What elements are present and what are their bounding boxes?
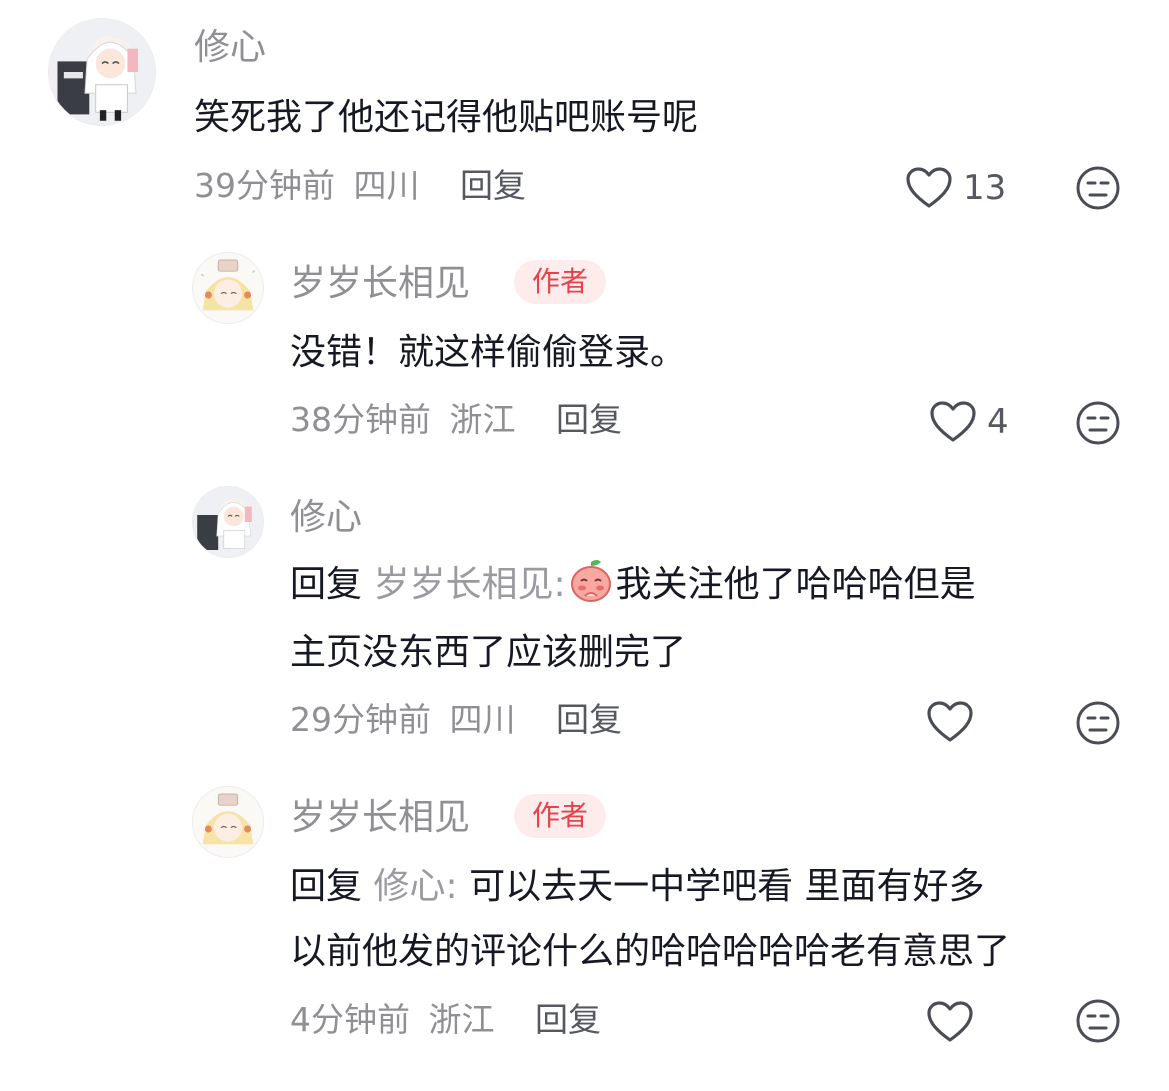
avatar[interactable] bbox=[48, 18, 156, 126]
comment-text-line2: 主页没东西了应该删完了 bbox=[290, 632, 687, 673]
comment-time: 4分钟前 bbox=[290, 1000, 410, 1039]
comment-username[interactable]: 岁岁长相见 bbox=[290, 264, 470, 304]
reply-item: 岁岁长相见 作者 回复 修心: 可以去天一中学吧看 里面有好多 以前他发的评论什… bbox=[0, 774, 1169, 1084]
comment-time: 29分钟前 bbox=[290, 700, 431, 739]
like-count: 4 bbox=[987, 402, 1009, 442]
comment-text-line1: 我关注他了哈哈哈但是 bbox=[615, 564, 976, 605]
neutral-face-icon bbox=[1076, 701, 1120, 745]
dislike-button[interactable] bbox=[1075, 400, 1121, 446]
dislike-button[interactable] bbox=[1075, 998, 1121, 1044]
comment-text-line1: 可以去天一中学吧看 里面有好多 bbox=[469, 866, 985, 907]
reply-button[interactable]: 回复 bbox=[535, 1000, 601, 1039]
comment-meta: 29分钟前 四川 回复 bbox=[290, 700, 622, 740]
like-button[interactable] bbox=[926, 700, 974, 744]
avatar[interactable] bbox=[192, 252, 264, 324]
neutral-face-icon bbox=[1076, 999, 1120, 1043]
like-count: 13 bbox=[963, 168, 1007, 208]
avatar-image-anime-girl bbox=[193, 487, 263, 557]
comment-location: 四川 bbox=[449, 700, 516, 739]
heart-outline-icon bbox=[930, 401, 976, 442]
comment-username[interactable]: 岁岁长相见 bbox=[290, 798, 470, 838]
comment-location: 浙江 bbox=[428, 1000, 495, 1039]
comment-time: 38分钟前 bbox=[290, 400, 431, 439]
avatar[interactable] bbox=[192, 786, 264, 858]
heart-outline-icon bbox=[927, 1001, 973, 1042]
comment-username[interactable]: 修心 bbox=[290, 498, 362, 538]
reply-button[interactable]: 回复 bbox=[556, 700, 622, 739]
comment-time: 39分钟前 bbox=[194, 166, 335, 205]
comment-meta: 39分钟前 四川 回复 bbox=[194, 166, 526, 206]
neutral-face-icon bbox=[1076, 401, 1120, 445]
comment-text: 笑死我了他还记得他贴吧账号呢 bbox=[194, 97, 699, 138]
dislike-button[interactable] bbox=[1075, 700, 1121, 746]
reply-item: 岁岁长相见 作者 没错！就这样偷偷登录。 38分钟前 浙江 回复 4 bbox=[0, 240, 1169, 460]
reply-to-username[interactable]: 岁岁长相见: bbox=[373, 564, 565, 605]
reply-button[interactable]: 回复 bbox=[460, 166, 526, 205]
comment-username[interactable]: 修心 bbox=[194, 28, 266, 68]
author-badge: 作者 bbox=[514, 794, 607, 838]
like-button[interactable]: 13 bbox=[905, 166, 1006, 210]
reply-prefix: 回复 bbox=[290, 866, 363, 907]
comment-location: 浙江 bbox=[449, 400, 516, 439]
comment-text: 回复 岁岁长相见: 我关注他了哈哈哈但是 bbox=[290, 552, 976, 618]
author-badge: 作者 bbox=[514, 260, 607, 304]
comment-text: 没错！就这样偷偷登录。 bbox=[290, 332, 687, 373]
dislike-button[interactable] bbox=[1075, 165, 1121, 211]
reply-to-username[interactable]: 修心: bbox=[373, 866, 457, 907]
comment-text-line2: 以前他发的评论什么的哈哈哈哈哈老有意思了 bbox=[290, 931, 1011, 972]
like-button[interactable]: 4 bbox=[929, 400, 1009, 444]
like-button[interactable] bbox=[926, 1000, 974, 1044]
comment-meta: 38分钟前 浙江 回复 bbox=[290, 400, 622, 440]
avatar-image-anime-girl-blonde bbox=[193, 787, 263, 857]
reply-button[interactable]: 回复 bbox=[556, 400, 622, 439]
neutral-face-icon bbox=[1076, 166, 1120, 210]
avatar-image-anime-girl bbox=[49, 19, 155, 125]
reply-item: 修心 回复 岁岁长相见: 我关注他了哈哈哈但是 主页没东西了应该删完了 29分钟… bbox=[0, 480, 1169, 770]
heart-outline-icon bbox=[927, 701, 973, 742]
avatar[interactable] bbox=[192, 486, 264, 558]
comment-meta: 4分钟前 浙江 回复 bbox=[290, 1000, 601, 1040]
comment-location: 四川 bbox=[353, 166, 420, 205]
comment-item: 修心 笑死我了他还记得他贴吧账号呢 39分钟前 四川 回复 13 bbox=[0, 0, 1169, 230]
comment-text: 回复 修心: 可以去天一中学吧看 里面有好多 bbox=[290, 854, 985, 920]
reply-prefix: 回复 bbox=[290, 564, 363, 605]
avatar-image-anime-girl-blonde bbox=[193, 253, 263, 323]
heart-outline-icon bbox=[906, 167, 952, 208]
shy-peach-emoji bbox=[568, 558, 614, 604]
